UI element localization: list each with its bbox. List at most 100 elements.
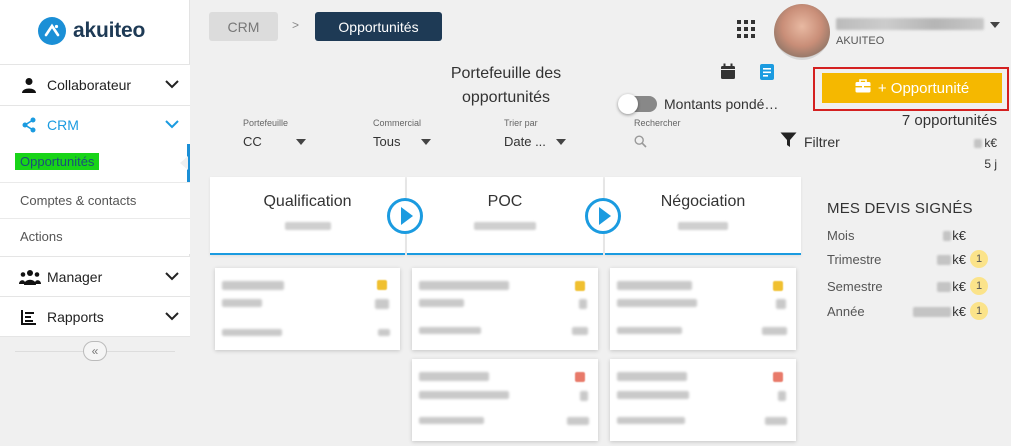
add-opportunity-button[interactable]: + Opportunité [822, 73, 1002, 103]
filter-label: Commercial [373, 118, 422, 128]
opportunity-count: 7 opportunités [901, 112, 997, 129]
avatar[interactable] [774, 4, 830, 60]
calendar-view-icon[interactable] [720, 63, 736, 85]
count-badge: 1 [970, 277, 988, 295]
toggle-switch[interactable] [618, 94, 657, 114]
stage-arrow-icon [585, 198, 621, 234]
page-title: Portefeuille des opportunités [440, 62, 572, 110]
opportunity-card[interactable] [610, 268, 796, 350]
filter-value: Date ... [504, 134, 546, 149]
value-unit: k€ [952, 252, 966, 267]
sidebar-subitem-opportunites[interactable]: Opportunités [0, 144, 190, 182]
user-icon [20, 76, 38, 94]
breadcrumb-label: CRM [227, 18, 260, 35]
period-label: Semestre [827, 279, 883, 294]
opportunity-card[interactable] [610, 359, 796, 441]
stage-negociation[interactable]: Négociation [605, 177, 801, 255]
count-badge: 1 [970, 250, 988, 268]
breadcrumb-separator: > [292, 18, 300, 32]
signed-quotes-row-trimestre: Trimestre k€ 1 [827, 250, 1002, 270]
user-company: AKUITEO [836, 35, 885, 47]
share-icon [20, 116, 38, 134]
filter-rechercher[interactable]: Rechercher [634, 118, 681, 128]
opportunity-card[interactable] [412, 359, 598, 441]
filter-label: Rechercher [634, 118, 681, 128]
toggle-label: Montants pondé… [664, 96, 779, 112]
collapse-sidebar-button[interactable]: « [83, 341, 107, 361]
stage-title: Qualification [263, 193, 352, 210]
sidebar-item-label: Collaborateur [47, 77, 132, 93]
thumbs-up-icon [575, 281, 585, 291]
weighted-amounts-toggle[interactable]: Montants pondé… [618, 94, 779, 114]
thumbs-down-icon [773, 372, 783, 382]
search-icon[interactable] [634, 135, 647, 153]
sidebar-item-label: Rapports [47, 308, 104, 325]
filter-commercial[interactable]: Commercial Tous [373, 118, 432, 149]
user-menu-caret-icon[interactable] [990, 22, 1000, 28]
logo-text: akuiteo [73, 19, 146, 42]
page-title-line2: opportunités [461, 89, 551, 106]
thumbs-down-icon [575, 372, 585, 382]
caret-down-icon [295, 138, 306, 145]
value-unit: k€ [952, 279, 966, 294]
sidebar-subitem-actions[interactable]: Actions [0, 218, 190, 254]
team-icon [19, 268, 41, 286]
filter-label: Portefeuille [243, 118, 289, 128]
sidebar-item-crm[interactable]: CRM [0, 105, 190, 144]
add-opportunity-label: + Opportunité [877, 79, 970, 97]
period-label: Trimestre [827, 252, 882, 267]
period-label: Mois [827, 228, 855, 243]
chevron-down-icon [164, 308, 180, 326]
breadcrumb-crm[interactable]: CRM [209, 12, 278, 41]
caret-down-icon [555, 138, 566, 145]
filter-trier-par[interactable]: Trier par Date ... [504, 118, 566, 149]
amount-unit: k€ [984, 136, 997, 150]
stage-poc[interactable]: POC [407, 177, 603, 255]
stage-qualification[interactable]: Qualification [210, 177, 405, 255]
breadcrumb-current[interactable]: Opportunités [315, 12, 442, 41]
sidebar-subitem-comptes-contacts[interactable]: Comptes & contacts [0, 182, 190, 218]
value-unit: k€ [952, 304, 966, 319]
value-unit: k€ [952, 228, 966, 243]
opportunity-card[interactable] [412, 268, 598, 350]
chevron-down-icon [164, 116, 180, 134]
filter-portefeuille[interactable]: Portefeuille CC [243, 118, 306, 149]
sidebar-item-label: Manager [47, 268, 103, 285]
list-view-icon[interactable] [759, 63, 775, 86]
filter-button[interactable]: Filtrer [780, 132, 840, 151]
period-value: k€ [937, 279, 966, 294]
sidebar-item-rapports[interactable]: Rapports [0, 296, 190, 337]
logo[interactable]: akuiteo [38, 17, 145, 45]
opportunity-card[interactable] [215, 268, 400, 350]
signed-quotes-row-annee: Année k€ 1 [827, 302, 1002, 322]
total-amount: k€ [974, 136, 997, 150]
sidebar-item-collaborateur[interactable]: Collaborateur [0, 64, 190, 105]
stage-arrow-icon [387, 198, 423, 234]
report-icon [20, 308, 38, 326]
count-badge: 1 [970, 302, 988, 320]
breadcrumb-label: Opportunités [338, 18, 419, 35]
stage-title: POC [487, 193, 523, 210]
signed-quotes-title: MES DEVIS SIGNÉS [827, 200, 973, 217]
period-value: k€ [943, 228, 966, 243]
sidebar-subitem-label: Opportunités [15, 153, 100, 170]
period-value: k€ [937, 252, 966, 267]
period-value: k€ [913, 304, 966, 319]
thumbs-up-icon [773, 281, 783, 291]
sidebar-subitem-label: Comptes & contacts [20, 193, 137, 208]
total-days: 5 j [984, 157, 997, 171]
active-indicator [180, 156, 188, 170]
caret-down-icon [421, 138, 432, 145]
filter-button-label: Filtrer [804, 133, 840, 150]
apps-grid-icon[interactable] [737, 20, 755, 38]
page-title-line1: Portefeuille des [450, 65, 562, 82]
filter-label: Trier par [504, 118, 538, 128]
stage-total-redacted [284, 222, 331, 230]
sidebar-subitem-label: Actions [20, 229, 63, 244]
sidebar-item-label: CRM [47, 117, 79, 133]
stage-total-redacted [678, 222, 728, 230]
sidebar-item-manager[interactable]: Manager [0, 256, 190, 296]
thumbs-up-icon [377, 280, 387, 290]
akuiteo-logo-icon [38, 17, 66, 45]
sidebar: akuiteo Collaborateur CRM Opportunités C… [0, 0, 190, 446]
